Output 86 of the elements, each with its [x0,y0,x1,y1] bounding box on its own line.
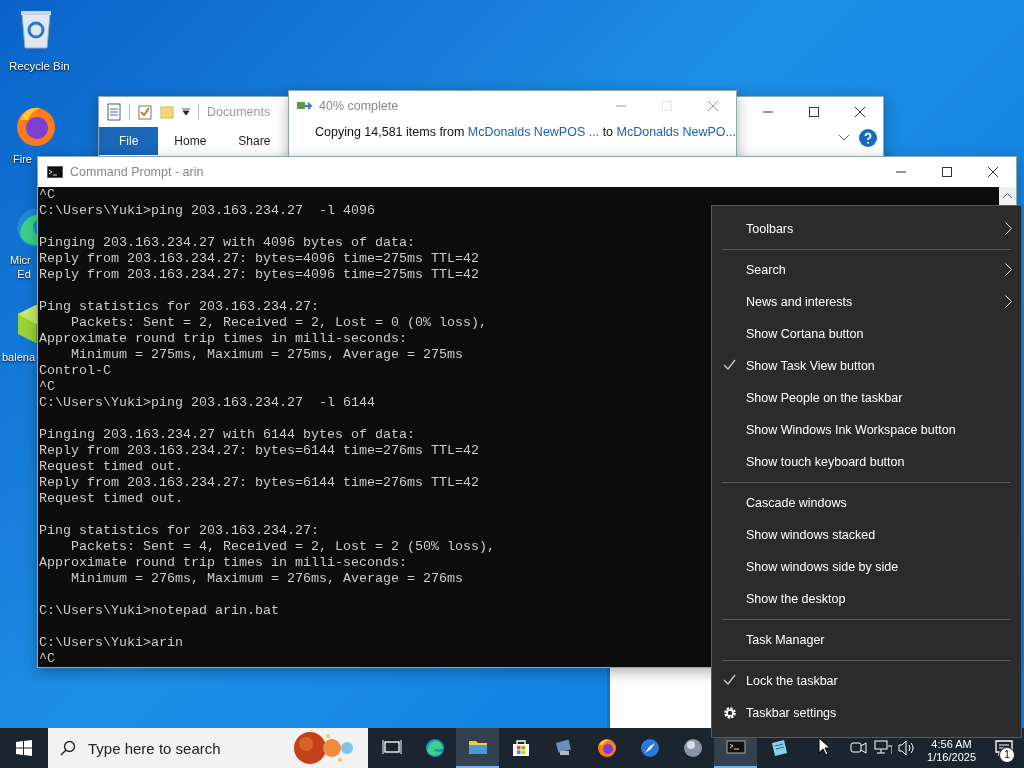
wave-swirl-icon [424,738,445,758]
menu-item[interactable]: Show Windows Ink Workspace button [712,414,1021,446]
menu-item[interactable]: Toolbars [712,213,1021,245]
copy-status-text: Copying 14,581 items from McDonalds NewPOS ... to McDonalds NewPO... [314,124,736,141]
menu-item[interactable]: News and interests [712,286,1021,318]
destination-link[interactable]: McDonalds NewPO... [616,125,736,139]
ribbon-tab[interactable]: Home [158,127,223,155]
menu-item[interactable]: Show People on the taskbar [712,382,1021,414]
menu-item[interactable]: Show windows stacked [712,519,1021,551]
compass-icon [639,738,660,758]
notification-badge: 1 [999,747,1015,763]
console-line: ^C [39,379,55,395]
recycle-bin-icon[interactable] [18,8,54,50]
menu-item[interactable]: Cascade windows [712,487,1021,519]
console-line: Request timed out. [39,491,183,507]
console-line: Control-C [39,363,111,379]
ribbon-tab[interactable]: File [99,127,159,155]
document-icon [107,103,121,121]
search-icon [60,740,76,756]
windows-logo-icon [16,740,32,756]
menu-item[interactable]: Task Manager [712,624,1021,656]
console-line: Request timed out. [39,459,183,475]
flame-globe-icon [596,738,617,758]
menu-item[interactable]: Show the desktop [712,583,1021,615]
dropdown-arrow-icon [182,108,190,116]
desktop-icon-label[interactable]: balena [2,350,36,364]
folder-icon [160,105,174,119]
console-line: Reply from 203.163.234.27: bytes=6144 time=276ms TTL=42 [39,443,479,459]
settings-icon [723,706,737,720]
scroll-up-icon[interactable] [1003,193,1012,199]
console-line: Minimum = 276ms, Maximum = 276ms, Average = 276ms [70,571,463,587]
console-line: Approximate round trip times in milli-seconds: [39,331,407,347]
console-line: Reply from 203.163.234.27: bytes=6144 time=276ms TTL=42 [39,475,479,491]
copy-progress-icon [297,100,313,112]
clock-date: 1/16/2025 [927,751,976,764]
sphere-icon [682,738,703,758]
console-line: Pinging 203.163.234.27 with 4096 bytes of data: [39,235,415,251]
desktop-icon-label[interactable]: Micr Ed [10,253,31,281]
console-line: Ping statistics for 203.163.234.27: [39,523,319,539]
source-link[interactable]: McDonalds NewPOS ... [467,125,600,139]
clock-time: 4:56 AM [931,738,972,751]
console-line: Pinging 203.163.234.27 with 6144 bytes of data: [39,427,415,443]
chevron-down-icon[interactable] [839,135,849,141]
console-line: Reply from 203.163.234.27: bytes=4096 time=275ms TTL=42 [39,251,479,267]
maximize-icon [942,167,952,177]
help-icon[interactable] [859,129,877,147]
checklist-icon [138,104,152,120]
console-line: Approximate round trip times in milli-seconds: [39,555,407,571]
menu-item[interactable]: Show touch keyboard button [712,446,1021,478]
maximize-icon [662,101,672,111]
window-title: Command Prompt - arin [70,165,204,179]
chat-bubble-icon [995,740,1013,756]
desktop-icon-label[interactable]: Recycle Bin [9,59,70,73]
menu-item[interactable]: Search [712,254,1021,286]
menu-item[interactable]: Taskbar settings [712,697,1021,729]
taskbar-button[interactable] [456,728,499,768]
console-line: Packets: Sent = 4, Received = 2, Lost = 2 (50% loss), [70,539,495,555]
console-line: ^C [39,187,55,203]
console-icon [725,737,746,757]
console-icon [47,166,63,178]
volume-icon [898,738,917,758]
close-icon [708,101,718,111]
console-line: Reply from 203.163.234.27: bytes=4096 time=275ms TTL=42 [39,267,479,283]
console-line: ^C [39,651,55,667]
shopping-bag-icon [510,738,531,758]
close-icon [988,167,998,177]
dialog-title: 40% complete [319,99,399,113]
console-line: Ping statistics for 203.163.234.27: [39,299,319,315]
window-title: Documents [207,105,271,119]
computer-icon [553,738,574,758]
maximize-icon [809,107,819,117]
ribbon-tab[interactable]: Share [222,127,287,155]
console-line: C:\Users\Yuki>ping 203.163.234.27 -l 6144 [39,395,375,411]
menu-item[interactable]: Show Task View button [712,350,1021,382]
clock[interactable]: 4:56 AM 1/16/2025 [919,728,984,768]
console-line: Minimum = 275ms, Maximum = 275ms, Average = 275ms [70,347,463,363]
menu-item[interactable]: Show windows side by side [712,551,1021,583]
console-line: C:\Users\Yuki>ping 203.163.234.27 -l 4096 [39,203,375,219]
menu-item[interactable]: Lock the taskbar [712,665,1021,697]
menu-item[interactable]: Show Cortana button [712,318,1021,350]
pointer-icon [818,737,830,756]
close-icon [855,107,865,117]
console-line: Packets: Sent = 2, Received = 2, Lost = 0 (0% loss), [70,315,487,331]
console-line: C:\Users\Yuki>notepad arin.bat [39,603,279,619]
console-line: C:\Users\Yuki>arin [39,635,183,651]
desktop-icon-label[interactable]: Fire [13,152,32,166]
